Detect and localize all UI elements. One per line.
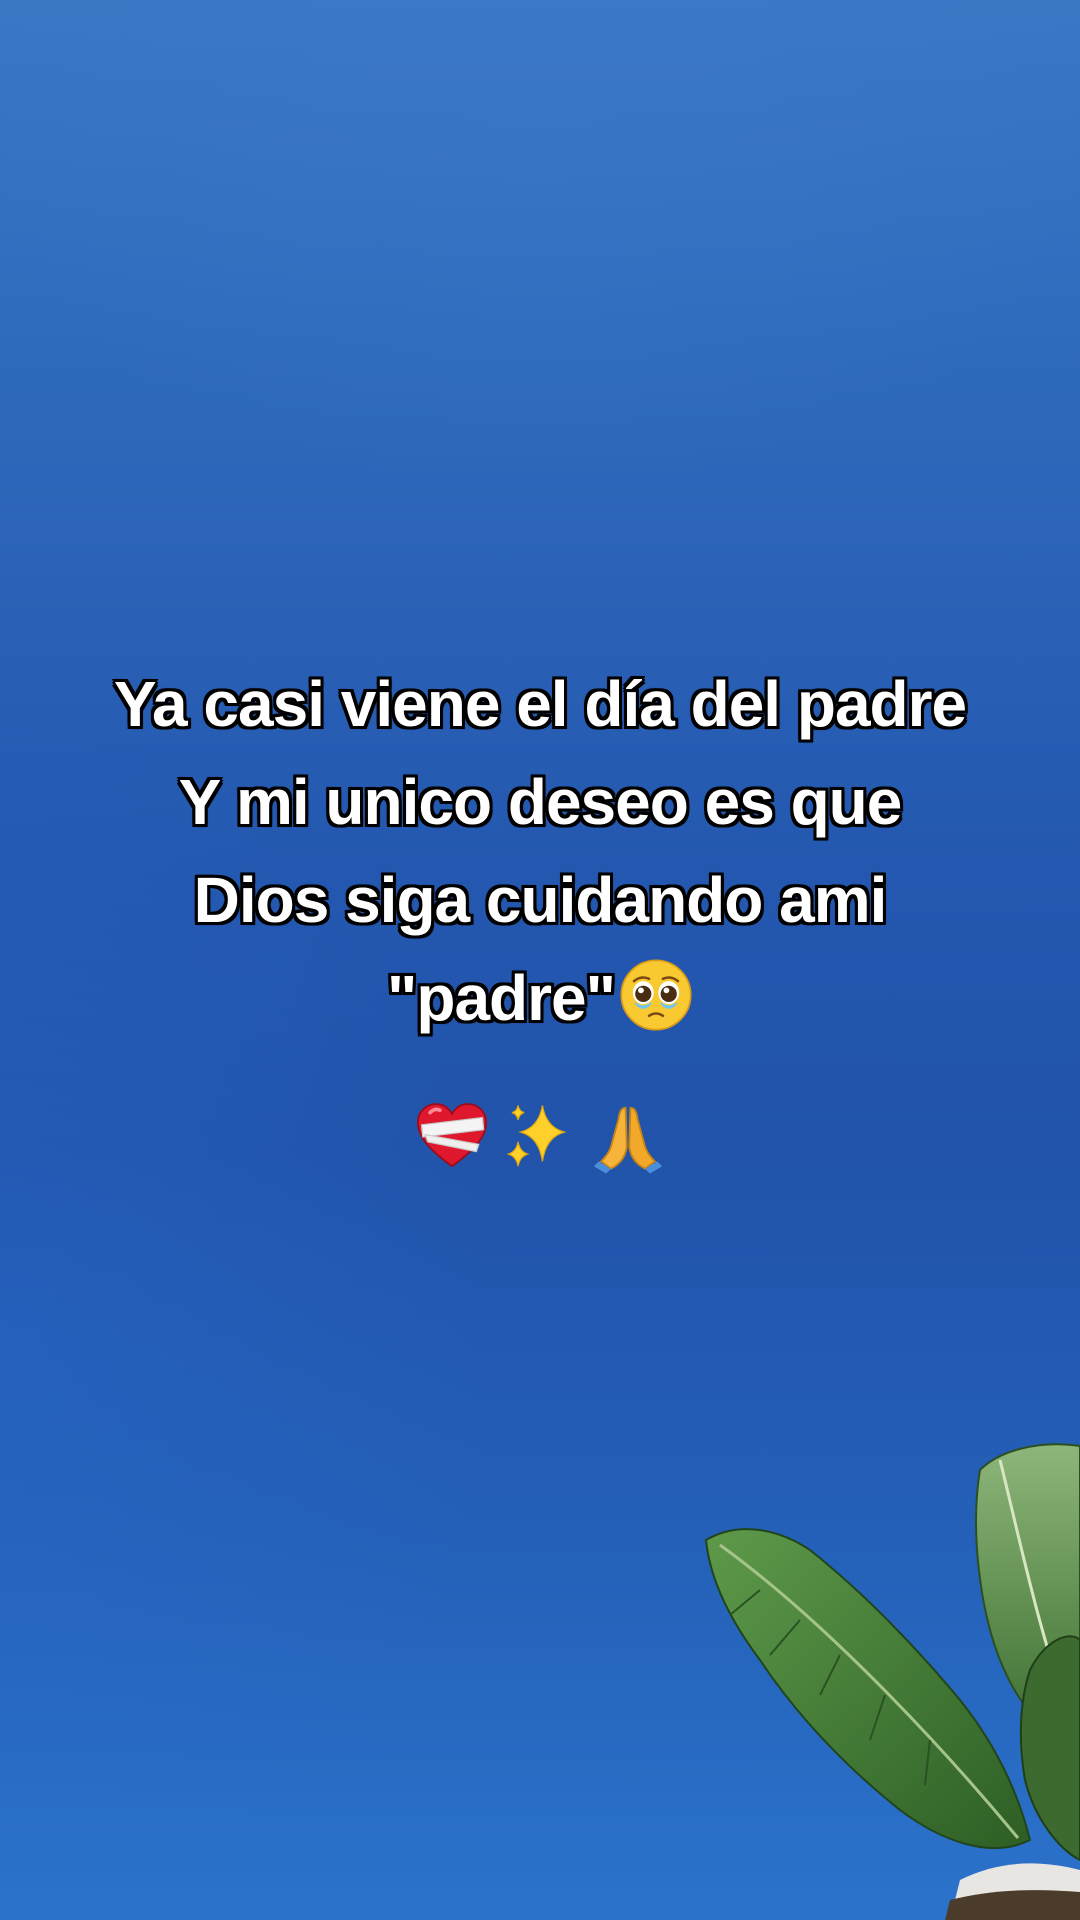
background-sky: Ya casi viene el día del padre Y mi unic… [0, 0, 1080, 1920]
caption-line-2: Y mi unico deseo es que [178, 766, 903, 838]
pleading-teary-face-icon [620, 959, 692, 1031]
emoji-row [0, 1098, 1080, 1176]
caption-line-4-text: "padre" [387, 962, 616, 1034]
caption-text: Ya casi viene el día del padre Y mi unic… [60, 655, 1020, 1047]
banana-leaves [704, 1443, 1080, 1920]
caption-line-1: Ya casi viene el día del padre [113, 668, 967, 740]
sparkles-icon [506, 1105, 567, 1167]
caption-line-4: "padre" [60, 949, 1020, 1047]
praying-hands-icon [593, 1106, 663, 1174]
caption-line-3: Dios siga cuidando ami [193, 864, 888, 936]
mending-heart-icon [416, 1103, 488, 1168]
